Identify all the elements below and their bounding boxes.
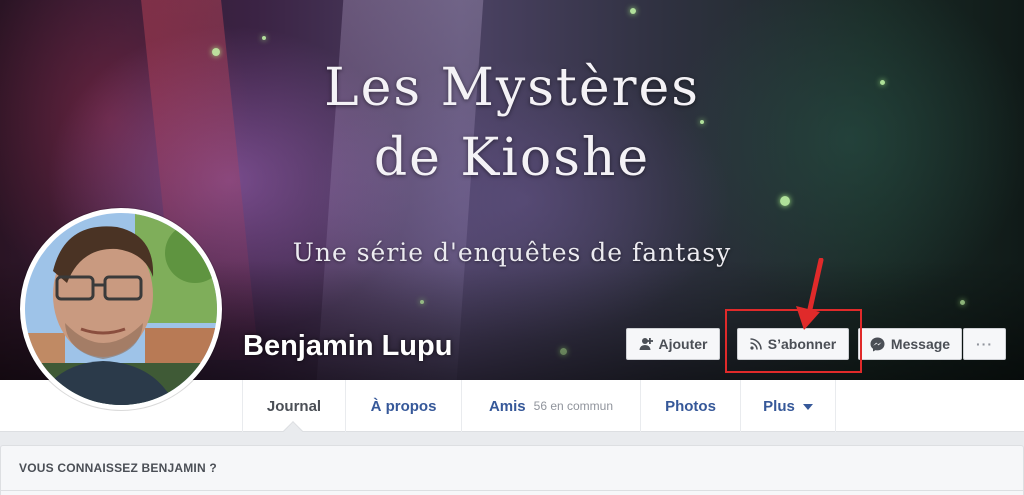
card-divider <box>1 490 1024 491</box>
rss-icon <box>750 338 762 350</box>
arrow-annotation <box>796 258 824 330</box>
friends-count: 56 en commun <box>533 399 614 413</box>
more-options-button[interactable]: ··· <box>963 328 1006 360</box>
people-you-may-know-card: VOUS CONNAISSEZ BENJAMIN ? <box>0 445 1024 495</box>
profile-avatar[interactable] <box>20 208 222 410</box>
cover-spark <box>700 120 704 124</box>
cover-spark <box>262 36 266 40</box>
tab-friends[interactable]: Amis 56 en commun <box>461 380 640 432</box>
avatar-photo <box>25 213 217 405</box>
message-label: Message <box>890 336 951 352</box>
tab-friends-label: Amis <box>488 397 526 415</box>
profile-page: Les Mystères de Kioshe Une série d'enquê… <box>0 0 1024 495</box>
tab-about-label: À propos <box>370 397 437 415</box>
cover-title-line2: de Kioshe <box>373 128 651 188</box>
profile-name[interactable]: Benjamin Lupu <box>243 330 452 363</box>
tab-more[interactable]: Plus <box>740 380 836 432</box>
cover-spark <box>630 8 636 14</box>
caret-down-icon <box>802 404 813 410</box>
tab-more-label: Plus <box>763 397 795 415</box>
ellipsis-icon: ··· <box>976 336 993 352</box>
message-button[interactable]: Message <box>858 328 962 360</box>
subscribe-label: S’abonner <box>767 336 837 352</box>
cover-title-line1: Les Mystères <box>324 58 700 118</box>
cover-spark <box>780 196 790 206</box>
tab-photos[interactable]: Photos <box>640 380 740 432</box>
add-friend-icon <box>639 338 653 350</box>
add-friend-label: Ajouter <box>658 336 708 352</box>
add-friend-button[interactable]: Ajouter <box>626 328 720 360</box>
messenger-icon <box>870 337 885 351</box>
tab-photos-label: Photos <box>665 397 716 415</box>
subscribe-button[interactable]: S’abonner <box>737 328 849 360</box>
tab-journal-label: Journal <box>266 397 322 415</box>
card-title: VOUS CONNAISSEZ BENJAMIN ? <box>19 461 217 475</box>
cover-spark <box>212 48 220 56</box>
tab-about[interactable]: À propos <box>345 380 461 432</box>
